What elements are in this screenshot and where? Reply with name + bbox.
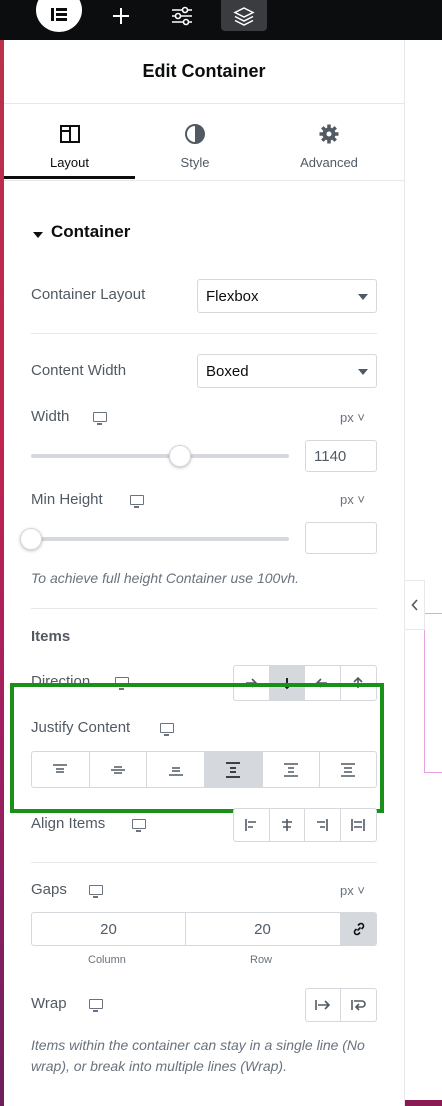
layout-icon [59,121,81,147]
unit-value: px [340,883,354,898]
align-end-button[interactable] [305,809,341,841]
gap-row-label: Row [250,954,273,966]
min-height-label: Min Height [31,491,103,508]
gap-column-label: Column [88,954,126,966]
tab-label: Advanced [300,154,358,170]
min-height-slider-handle[interactable] [20,528,42,550]
desktop-icon[interactable] [93,412,107,425]
active-tab-indicator [4,176,135,179]
unit-select[interactable]: px ˅ [340,883,365,898]
select-value: Boxed [206,362,249,380]
unit-select[interactable]: px ˅ [340,492,365,507]
gaps-label: Gaps [31,881,67,898]
unit-select[interactable]: px ˅ [340,410,365,425]
content-width-label: Content Width [31,362,127,379]
chevron-left-icon [410,599,418,611]
canvas-container-outline [424,613,442,773]
wrap-note: Items within the container can stay in a… [31,1037,365,1074]
select-value: Flexbox [206,287,259,305]
width-input[interactable]: 1140 [305,440,377,472]
top-bar [0,0,442,40]
gear-icon [318,121,340,147]
sliders-icon[interactable] [168,0,196,31]
collapse-caret-icon[interactable] [32,227,44,245]
min-height-note: To achieve full height Container use 100… [31,570,299,586]
highlight-box [10,683,384,813]
align-center-icon [281,819,292,831]
align-items-button-group [233,808,377,842]
width-slider-handle[interactable] [169,445,191,467]
layers-icon[interactable] [221,0,267,31]
items-heading: Items [31,628,71,645]
wrap-button[interactable] [341,989,376,1021]
divider [31,862,377,863]
no-wrap-icon [315,1000,331,1010]
desktop-icon[interactable] [89,885,103,898]
link-values-button[interactable] [341,912,377,946]
contrast-icon [184,121,206,147]
align-stretch-icon [351,819,366,831]
link-icon [353,922,365,936]
canvas-bottom-strip [405,1100,442,1106]
wrap-label: Wrap [31,995,67,1012]
panel-title: Edit Container [4,40,404,104]
desktop-icon[interactable] [130,495,144,508]
elementor-logo-icon[interactable] [36,0,82,32]
desktop-icon[interactable] [89,999,103,1012]
min-height-slider-track[interactable] [31,537,289,541]
tab-label: Layout [49,154,90,170]
align-center-button[interactable] [270,809,305,841]
content-width-select[interactable]: Boxed [197,354,377,388]
tabs-divider [4,180,404,181]
tab-advanced[interactable]: Advanced [265,104,393,180]
align-start-icon [245,819,257,831]
unit-value: px [340,492,354,507]
chevron-down-icon [358,294,368,300]
chevron-down-icon [358,369,368,375]
align-end-icon [317,819,329,831]
gap-column-input[interactable]: 20 [31,912,186,946]
wrap-icon [350,1000,366,1011]
container-layout-select[interactable]: Flexbox [197,279,377,313]
width-slider-track[interactable] [31,454,289,458]
desktop-icon[interactable] [132,819,146,832]
width-label: Width [31,408,70,425]
section-title[interactable]: Container [51,222,130,242]
align-items-label: Align Items [31,815,106,832]
gap-row-input[interactable]: 20 [185,912,341,946]
preview-canvas [405,40,442,1106]
divider [31,608,377,609]
plus-icon[interactable] [108,0,134,31]
tab-label: Style [180,154,210,170]
min-height-input[interactable] [305,522,377,554]
divider [31,333,377,334]
unit-value: px [340,410,354,425]
container-layout-label: Container Layout [31,286,146,303]
tab-layout[interactable]: Layout [4,104,135,180]
wrap-button-group [305,988,377,1022]
collapse-panel-button[interactable] [405,580,425,630]
tab-style[interactable]: Style [135,104,255,180]
align-stretch-button[interactable] [341,809,376,841]
no-wrap-button[interactable] [306,989,342,1021]
align-start-button[interactable] [234,809,270,841]
